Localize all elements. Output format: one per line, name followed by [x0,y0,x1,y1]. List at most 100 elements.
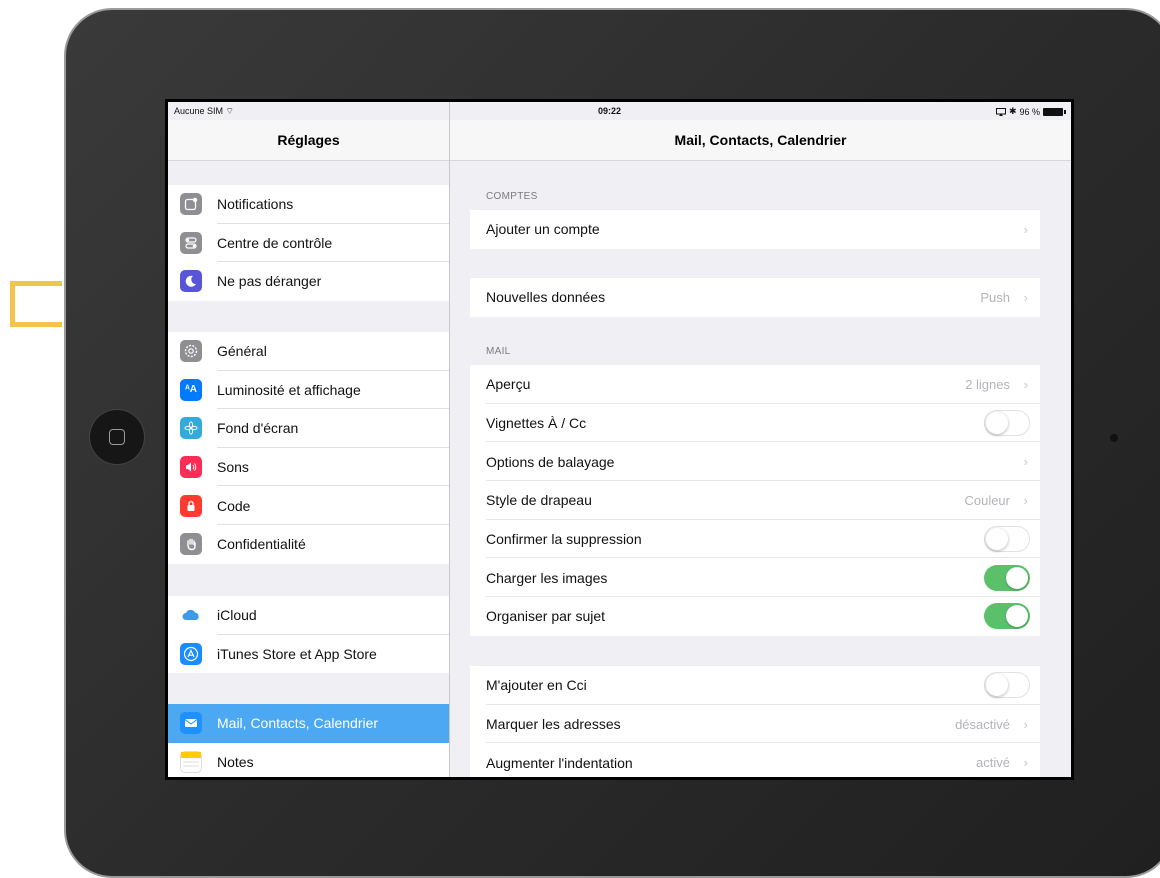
show-to-cc-label-row: Vignettes À / Cc [470,404,1040,443]
row-value: Couleur [964,492,1010,508]
control-center-icon [180,231,202,254]
sidebar-item-notes[interactable]: Notes [168,743,449,777]
main-panel: Mail, Contacts, Calendrier COMPTES Ajout… [450,102,1071,777]
sidebar-item-itunes-app-store[interactable]: iTunes Store et App Store [168,635,449,674]
fetch-new-data-row[interactable]: Nouvelles données Push › [470,278,1040,317]
ask-before-deleting-toggle[interactable] [984,526,1030,553]
cloud-icon [180,604,202,627]
highlight-marker [10,281,62,327]
section-header-accounts: COMPTES [486,191,538,202]
swipe-options-row[interactable]: Options de balayage › [470,442,1040,482]
chevron-right-icon: › [1023,221,1028,237]
sidebar-item-icloud[interactable]: iCloud [168,596,449,635]
sidebar-item-passcode[interactable]: Code [168,486,449,525]
row-label: Aperçu [486,376,531,393]
sidebar-item-label: Code [217,497,251,514]
row-value: désactivé [955,716,1010,732]
sidebar-item-notifications[interactable]: Notifications [168,185,449,224]
moon-icon [180,270,202,293]
carrier-label: Aucune SIM ⌔ [174,106,234,116]
front-camera [1110,434,1118,442]
notes-icon [180,750,202,773]
section-fetch: Nouvelles données Push › [470,278,1040,317]
page-title: Mail, Contacts, Calendrier [450,120,1071,161]
row-label: Options de balayage [486,453,615,470]
always-bcc-myself-toggle[interactable] [984,672,1030,699]
flag-style-row[interactable]: Style de drapeau Couleur › [470,481,1040,520]
lock-icon [180,494,202,517]
section-mail-advanced: M'ajouter en Cci Marquer les adresses dé… [470,666,1040,777]
row-label: Style de drapeau [486,492,592,509]
row-value: Push [980,289,1010,305]
screen: Réglages Notifications Centre de contrôl… [165,99,1074,780]
sidebar-item-mail-contacts-calendars[interactable]: Mail, Contacts, Calendrier [168,704,449,743]
chevron-right-icon: › [1023,454,1028,470]
row-label: Confirmer la suppression [486,531,642,548]
home-button-icon [109,429,125,445]
sidebar-item-label: Notes [217,753,254,770]
chevron-right-icon: › [1023,492,1028,508]
sidebar-item-control-center[interactable]: Centre de contrôle [168,224,449,263]
always-bcc-myself-row: M'ajouter en Cci [470,666,1040,705]
battery-icon [1043,107,1066,116]
section-mail: Aperçu 2 lignes › Vignettes À / Cc Optio… [470,365,1040,636]
row-label: Vignettes À / Cc [486,415,587,432]
sound-icon [180,456,202,479]
organize-by-thread-row: Organiser par sujet [470,597,1040,636]
brightness-icon: ᴬA [180,378,202,401]
sidebar-item-label: Confidentialité [217,536,306,553]
airplay-icon [995,107,1006,116]
row-label: Nouvelles données [486,289,606,306]
wallpaper-icon [180,417,202,440]
sidebar-item-do-not-disturb[interactable]: Ne pas déranger [168,262,449,301]
chevron-right-icon: › [1023,289,1028,305]
sidebar-item-label: Fond d'écran [217,420,299,437]
status-right: ✱ 96 % [995,106,1066,117]
increase-quote-level-row[interactable]: Augmenter l'indentation activé › [470,743,1040,777]
sidebar-group-4: Mail, Contacts, Calendrier Notes [168,704,449,777]
sidebar-title: Réglages [168,120,449,161]
row-value: 2 lignes [965,376,1010,392]
row-label: Organiser par sujet [486,608,606,625]
sidebar-item-label: iTunes Store et App Store [217,645,377,662]
sidebar-item-label: Luminosité et affichage [217,381,361,398]
settings-sidebar: Réglages Notifications Centre de contrôl… [168,102,450,777]
sidebar-item-label: Mail, Contacts, Calendrier [217,715,379,732]
ask-before-deleting-row: Confirmer la suppression [470,520,1040,559]
show-to-cc-toggle[interactable] [984,410,1030,437]
section-header-mail: MAIL [486,346,511,357]
sidebar-group-2: Général ᴬA Luminosité et affichage Fond … [168,332,449,564]
row-label: Marquer les adresses [486,716,621,733]
notifications-icon [180,193,202,216]
mark-addresses-row[interactable]: Marquer les adresses désactivé › [470,705,1040,744]
home-button[interactable] [90,410,144,464]
chevron-right-icon: › [1023,755,1028,771]
organize-by-thread-toggle[interactable] [984,603,1030,630]
sidebar-item-sounds[interactable]: Sons [168,448,449,487]
preview-row[interactable]: Aperçu 2 lignes › [470,365,1040,404]
battery-percent: 96 % [1019,106,1040,117]
sidebar-item-general[interactable]: Général [168,332,449,371]
sidebar-item-wallpaper[interactable]: Fond d'écran [168,409,449,448]
sidebar-group-1: Notifications Centre de contrôle Ne pas … [168,185,449,301]
sidebar-item-privacy[interactable]: Confidentialité [168,525,449,564]
bluetooth-icon: ✱ [1008,106,1017,116]
sidebar-item-label: Ne pas déranger [217,273,322,290]
row-value: activé [976,755,1010,771]
sidebar-item-label: Notifications [217,196,294,213]
load-images-toggle[interactable] [984,564,1030,591]
sidebar-item-display[interactable]: ᴬA Luminosité et affichage [168,371,449,410]
add-account-row[interactable]: Ajouter un compte › [470,210,1040,249]
gear-icon [180,340,202,363]
sidebar-item-label: iCloud [217,607,257,624]
sidebar-item-label: Centre de contrôle [217,234,333,251]
hand-icon [180,533,202,556]
row-label: Charger les images [486,569,608,586]
chevron-right-icon: › [1023,376,1028,392]
row-label: M'ajouter en Cci [486,677,587,694]
sidebar-group-3: iCloud iTunes Store et App Store [168,596,449,674]
load-images-row: Charger les images [470,558,1040,598]
sidebar-item-label: Général [217,343,267,360]
app-store-icon [180,642,202,665]
sidebar-item-label: Sons [217,459,249,476]
